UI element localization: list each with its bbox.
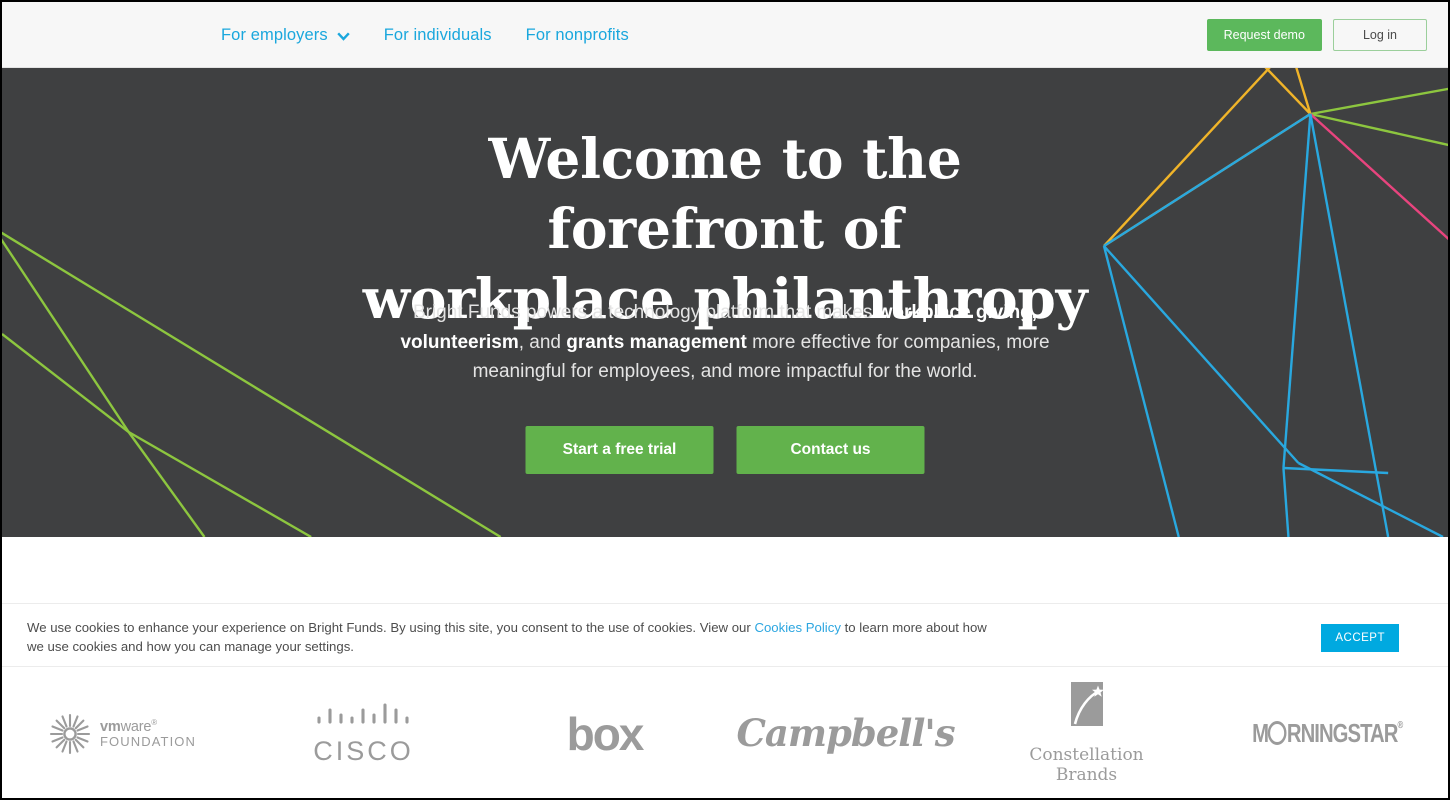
constellation-line-1: Constellation	[1029, 745, 1144, 765]
campbells-wordmark: Campbell's	[736, 711, 955, 755]
nav-item-label: For employers	[221, 25, 328, 44]
cisco-wordmark: CISCO	[313, 735, 414, 766]
hero-subtitle-part3: , and	[518, 331, 567, 353]
nav-item-for-employers[interactable]: For employers	[221, 26, 350, 45]
site-header: For employers For individuals For nonpro…	[2, 2, 1448, 68]
vmware-wordmark-bold: vm	[100, 718, 121, 735]
morningstar-suffix: RNINGSTAR	[1287, 718, 1399, 748]
logo-cisco: CISCO	[243, 667, 484, 798]
constellation-shooting-star-icon	[1070, 682, 1104, 726]
morningstar-registered-mark: ®	[1397, 720, 1404, 731]
primary-navigation: For employers For individuals For nonpro…	[221, 2, 629, 68]
morningstar-circle-icon	[1268, 721, 1288, 745]
vmware-foundation-label: FOUNDATION	[100, 733, 196, 749]
logo-campbells: Campbell's	[725, 667, 966, 798]
hero-subtitle: Bright Funds powers a technology platfor…	[375, 298, 1075, 387]
vmware-wordmark-rest: ware	[120, 718, 152, 735]
logo-morningstar: M RNINGSTAR ®	[1207, 667, 1448, 798]
hero-content: Welcome to the forefront of workplace ph…	[2, 68, 1448, 537]
box-wordmark: box	[566, 707, 645, 760]
hero-subtitle-bold3: grants management	[566, 331, 747, 353]
cookies-policy-link[interactable]: Cookies Policy	[754, 620, 841, 635]
logo-constellation-brands: Constellation Brands	[966, 667, 1207, 798]
cookie-banner-text: We use cookies to enhance your experienc…	[27, 619, 1007, 656]
page-root: For employers For individuals For nonpro…	[0, 0, 1450, 800]
accept-cookies-button[interactable]: ACCEPT	[1321, 624, 1399, 652]
hero-title-line-1: Welcome to the forefront of	[488, 126, 962, 261]
start-free-trial-button[interactable]: Start a free trial	[525, 426, 714, 474]
log-in-button[interactable]: Log in	[1332, 19, 1427, 51]
cookie-consent-banner: We use cookies to enhance your experienc…	[2, 603, 1448, 667]
nav-item-label: For nonprofits	[525, 25, 629, 44]
vmware-starburst-icon	[49, 713, 91, 754]
cookie-text-part-1: We use cookies to enhance your experienc…	[27, 620, 755, 635]
nav-item-for-nonprofits[interactable]: For nonprofits	[526, 26, 629, 45]
hero-cta-group: Start a free trial Contact us	[525, 426, 925, 474]
hero-subtitle-bold2: volunteerism	[400, 331, 519, 353]
morningstar-prefix: M	[1252, 718, 1269, 748]
header-actions: Request demo Log in	[1206, 2, 1427, 68]
hero-section: Welcome to the forefront of workplace ph…	[2, 68, 1448, 537]
chevron-down-icon	[337, 30, 350, 43]
content-spacer	[2, 537, 1448, 603]
logo-vmware-foundation: vmware® FOUNDATION	[2, 667, 243, 798]
contact-us-button[interactable]: Contact us	[736, 426, 925, 474]
cisco-bars-icon	[317, 702, 410, 724]
customer-logo-strip: vmware® FOUNDATION CISCO box Campbell's …	[2, 667, 1448, 798]
hero-subtitle-bold1: workplace giving,	[877, 302, 1038, 323]
hero-subtitle-part1: Bright Funds powers a technology platfor…	[412, 302, 878, 323]
logo-box: box	[484, 667, 725, 798]
request-demo-button[interactable]: Request demo	[1206, 19, 1322, 51]
vmware-registered-mark: ®	[151, 717, 157, 727]
nav-item-for-individuals[interactable]: For individuals	[384, 26, 492, 45]
constellation-line-2: Brands	[1055, 765, 1118, 785]
nav-item-label: For individuals	[383, 25, 492, 44]
